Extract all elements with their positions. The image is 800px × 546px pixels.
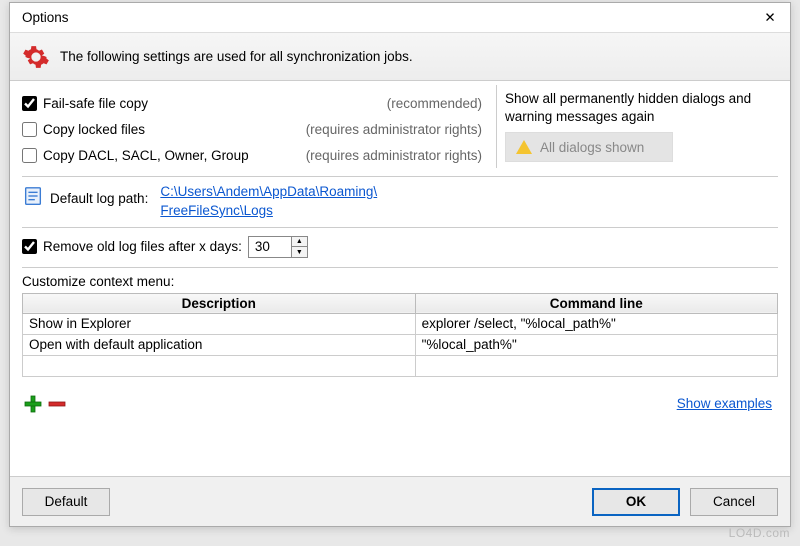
remove-row-button[interactable] [46,393,68,415]
gear-icon [22,43,50,71]
log-icon [22,183,44,207]
dacl-checkbox[interactable] [22,148,37,163]
locked-hint: (requires administrator rights) [306,122,488,137]
cell-desc[interactable] [23,355,416,376]
table-row[interactable] [23,355,778,376]
top-options-row: Fail-safe file copy (recommended) Copy l… [22,90,778,177]
add-remove-buttons [22,393,68,415]
all-dialogs-shown-label: All dialogs shown [540,140,644,155]
locked-text: Copy locked files [43,122,145,137]
cell-cmd[interactable]: explorer /select, "%local_path%" [415,313,777,334]
cancel-button[interactable]: Cancel [690,488,778,516]
spinner-up-icon[interactable]: ▲ [292,237,307,248]
cell-cmd[interactable] [415,355,777,376]
option-dacl-label[interactable]: Copy DACL, SACL, Owner, Group [22,148,249,163]
remove-old-logs-row: Remove old log files after x days: ▲ ▼ [22,228,778,268]
dacl-hint: (requires administrator rights) [306,148,488,163]
header-commandline: Command line [415,293,777,313]
hidden-dialogs-column: Show all permanently hidden dialogs and … [496,85,778,168]
days-input[interactable] [249,237,291,257]
infobar-text: The following settings are used for all … [60,49,413,64]
days-spinner: ▲ ▼ [248,236,308,258]
header-description: Description [23,293,416,313]
log-path-link-1[interactable]: C:\Users\Andem\AppData\Roaming\ [160,183,377,202]
watermark: LO4D.com [729,526,790,540]
log-path-value[interactable]: C:\Users\Andem\AppData\Roaming\ FreeFile… [160,183,377,221]
footer: Default OK Cancel [10,476,790,526]
titlebar: Options ✕ [10,3,790,33]
context-menu-table: Description Command line Show in Explore… [22,293,778,377]
table-header-row: Description Command line [23,293,778,313]
failsafe-checkbox[interactable] [22,96,37,111]
context-menu-label: Customize context menu: [22,268,778,293]
table-row[interactable]: Open with default application "%local_pa… [23,334,778,355]
show-examples-link[interactable]: Show examples [677,396,776,411]
options-window: Options ✕ The following settings are use… [9,2,791,527]
cell-desc[interactable]: Open with default application [23,334,416,355]
option-failsafe: Fail-safe file copy (recommended) [22,90,488,116]
table-row[interactable]: Show in Explorer explorer /select, "%loc… [23,313,778,334]
default-button[interactable]: Default [22,488,110,516]
infobar: The following settings are used for all … [10,33,790,81]
cell-cmd[interactable]: "%local_path%" [415,334,777,355]
option-locked: Copy locked files (requires administrato… [22,116,488,142]
failsafe-text: Fail-safe file copy [43,96,148,111]
hidden-dialogs-text: Show all permanently hidden dialogs and … [505,90,778,126]
option-dacl: Copy DACL, SACL, Owner, Group (requires … [22,142,488,168]
remove-old-logs-text: Remove old log files after x days: [43,239,242,254]
option-locked-label[interactable]: Copy locked files [22,122,145,137]
options-column: Fail-safe file copy (recommended) Copy l… [22,90,488,168]
log-path-link-2[interactable]: FreeFileSync\Logs [160,202,377,221]
log-path-label: Default log path: [50,183,148,206]
body: Fail-safe file copy (recommended) Copy l… [10,81,790,419]
all-dialogs-shown-button: All dialogs shown [505,132,673,162]
dacl-text: Copy DACL, SACL, Owner, Group [43,148,249,163]
spinner-buttons: ▲ ▼ [291,237,307,257]
log-path-row: Default log path: C:\Users\Andem\AppData… [22,177,778,228]
after-table-row: Show examples [22,377,778,419]
add-row-button[interactable] [22,393,44,415]
warning-icon [516,140,532,154]
close-icon[interactable]: ✕ [760,10,780,26]
window-title: Options [22,10,69,25]
spinner-down-icon[interactable]: ▼ [292,247,307,257]
cell-desc[interactable]: Show in Explorer [23,313,416,334]
ok-button[interactable]: OK [592,488,680,516]
remove-old-logs-label[interactable]: Remove old log files after x days: [22,239,242,254]
remove-old-logs-checkbox[interactable] [22,239,37,254]
locked-checkbox[interactable] [22,122,37,137]
option-failsafe-label[interactable]: Fail-safe file copy [22,96,148,111]
footer-right: OK Cancel [592,488,778,516]
failsafe-hint: (recommended) [387,96,488,111]
